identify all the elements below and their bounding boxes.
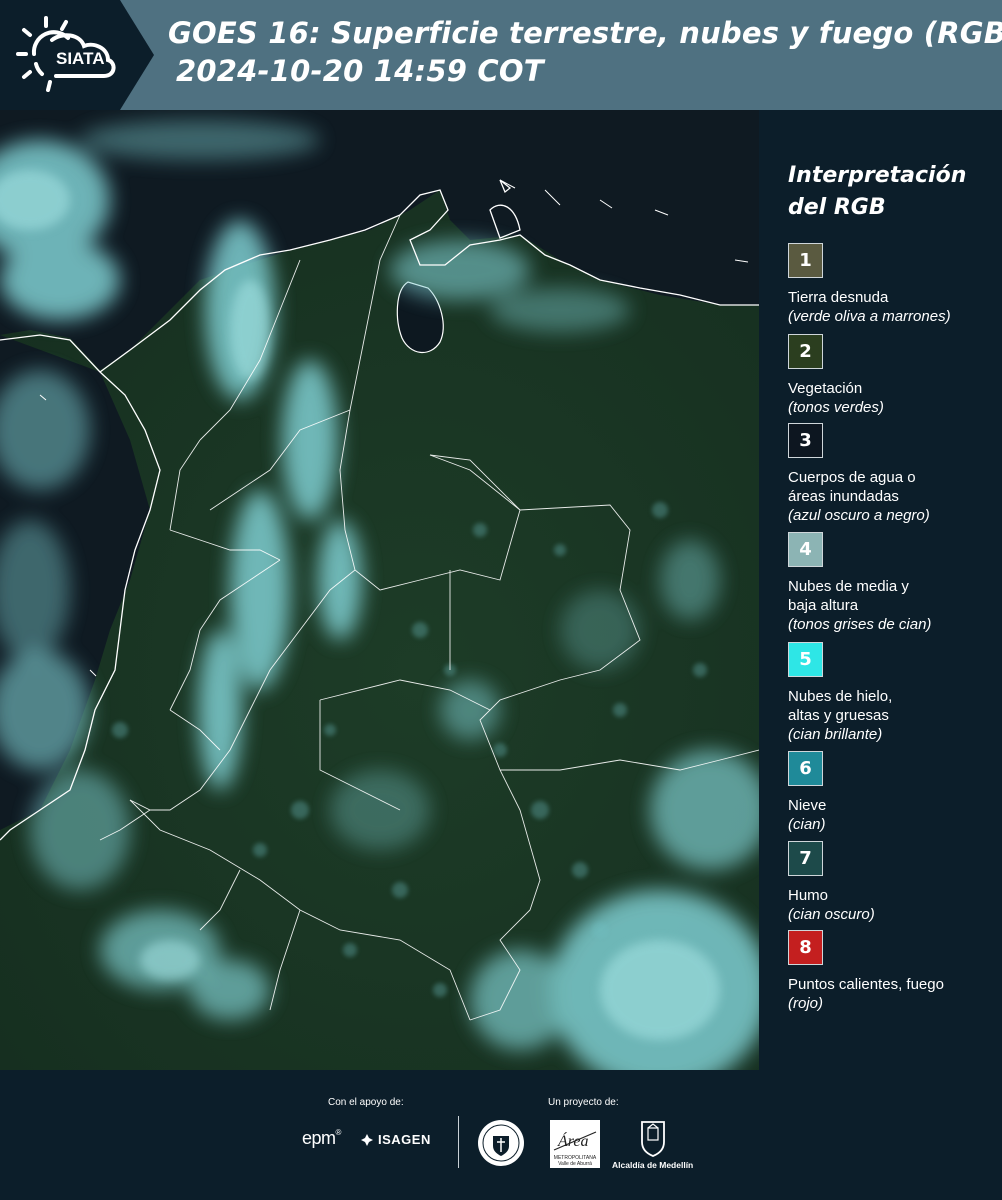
epm-logo-text: epm [302, 1128, 336, 1148]
legend-sub: (verde oliva a marrones) [788, 308, 951, 325]
legend-sub: (cian) [788, 816, 826, 833]
legend-label: Humo [788, 887, 829, 904]
legend-label: Cuerpos de agua o áreas inundadas [788, 469, 916, 505]
legend-panel: Interpretación del RGB 1 Tierra desnuda … [759, 110, 1002, 1070]
legend-label: Puntos calientes, fuego [788, 976, 944, 993]
medellin-coat-of-arms-icon [641, 1121, 665, 1157]
legend-label: Nubes de hielo, altas y gruesas [788, 688, 893, 724]
legend-item-5: 5 Nubes de hielo, altas y gruesas (cian … [788, 642, 998, 744]
isagen-logo: ISAGEN [360, 1132, 431, 1147]
legend-title: Interpretación del RGB [788, 160, 988, 224]
legend-swatch: 5 [788, 642, 823, 677]
university-seal-icon [478, 1120, 524, 1166]
legend-swatch: 4 [788, 532, 823, 567]
legend-sub: (azul oscuro a negro) [788, 507, 930, 524]
legend-label: Nubes de media y baja altura [788, 578, 909, 614]
legend-label: Nieve [788, 797, 827, 814]
legend-title-line2: del RGB [788, 195, 886, 220]
legend-sub: (cian brillante) [788, 726, 883, 743]
legend-item-7: 7 Humo (cian oscuro) [788, 841, 998, 924]
legend-item-8: 8 Puntos calientes, fuego (rojo) [788, 930, 998, 1013]
legend-sub: (rojo) [788, 995, 824, 1012]
legend-swatch: 2 [788, 334, 823, 369]
legend-label: Tierra desnuda [788, 289, 889, 306]
isagen-text: ISAGEN [378, 1132, 431, 1147]
legend-label: Vegetación [788, 380, 863, 397]
legend-sub: (cian oscuro) [788, 906, 875, 923]
header-arrow [120, 0, 154, 110]
legend-item-2: 2 Vegetación (tonos verdes) [788, 334, 998, 417]
legend-title-line1: Interpretación [788, 163, 967, 188]
legend-swatch: 6 [788, 751, 823, 786]
alcaldia-medellin-label: Alcaldía de Medellín [612, 1160, 694, 1170]
legend-swatch: 8 [788, 930, 823, 965]
legend-item-4: 4 Nubes de media y baja altura (tonos gr… [788, 532, 998, 634]
legend-item-6: 6 Nieve (cian) [788, 751, 998, 834]
legend-item-3: 3 Cuerpos de agua o áreas inundadas (azu… [788, 423, 998, 525]
project-label: Un proyecto de: [548, 1097, 619, 1108]
legend-swatch: 3 [788, 423, 823, 458]
legend-swatch: 7 [788, 841, 823, 876]
isagen-icon [361, 1133, 373, 1146]
satellite-map-svg [0, 110, 759, 1070]
title-main: GOES 16: Superficie terrestre, nubes y f… [168, 16, 1002, 50]
siata-logo: SIATA [16, 16, 116, 92]
area-metropolitana-icon: Área [553, 1131, 597, 1151]
title-timestamp: 2024-10-20 14:59 COT [176, 54, 544, 88]
siata-logo-text: SIATA [56, 49, 104, 68]
area-metropolitana-name: METROPOLITANA Valle de Aburrá [553, 1155, 597, 1167]
legend-item-1: 1 Tierra desnuda (verde oliva a marrones… [788, 243, 998, 326]
page-title: GOES 16: Superficie terrestre, nubes y f… [168, 14, 1002, 90]
support-label: Con el apoyo de: [328, 1097, 404, 1108]
legend-sub: (tonos verdes) [788, 399, 884, 416]
satellite-map [0, 110, 759, 1070]
footer: Con el apoyo de: Un proyecto de: epm® IS… [0, 1070, 1002, 1200]
header: SIATA GOES 16: Superficie terrestre, nub… [0, 0, 1002, 110]
epm-logo: epm® [302, 1128, 341, 1148]
footer-divider [458, 1116, 459, 1168]
area-metropolitana-logo: Área METROPOLITANA Valle de Aburrá [550, 1120, 600, 1168]
legend-sub: (tonos grises de cian) [788, 616, 932, 633]
legend-swatch: 1 [788, 243, 823, 278]
